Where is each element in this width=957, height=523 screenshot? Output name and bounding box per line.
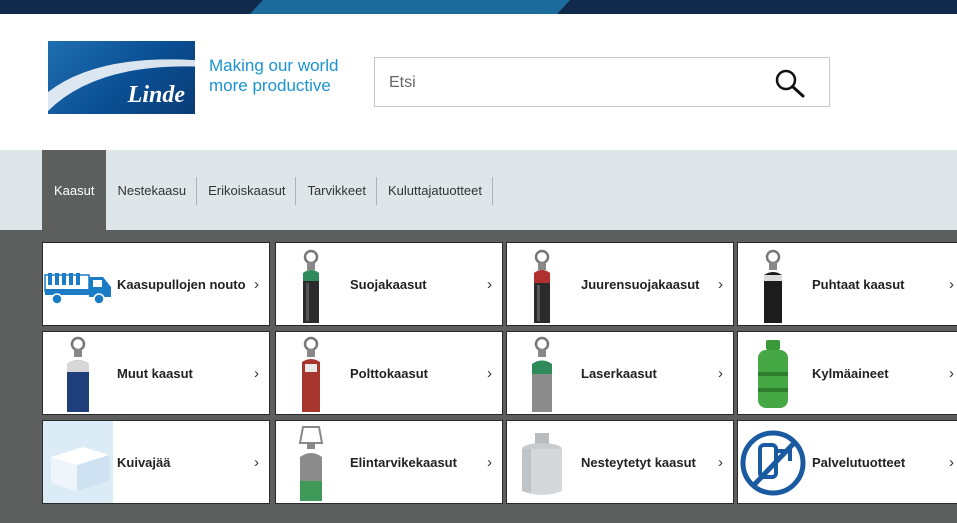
- category-label: Suojakaasut: [350, 276, 427, 292]
- top-bar-stripe: [0, 0, 250, 14]
- truck-with-cylinders-icon: [44, 273, 111, 305]
- linde-logo[interactable]: Linde: [48, 41, 195, 114]
- category-label: Nesteytetyt kaasut: [581, 454, 696, 470]
- category-card-nesteytetyt-kaasut[interactable]: Nesteytetyt kaasut ›: [506, 420, 734, 504]
- category-label: Juurensuojakaasut: [581, 276, 700, 292]
- chevron-right-icon: ›: [949, 276, 954, 293]
- category-label: Puhtaat kaasut: [812, 276, 905, 292]
- tab-label: Erikoiskaasut: [208, 182, 286, 198]
- category-card-kuivajaa[interactable]: Kuivajää ›: [42, 420, 270, 504]
- category-card-juurensuojakaasut[interactable]: Juurensuojakaasut ›: [506, 242, 734, 326]
- category-label: Muut kaasut: [117, 365, 193, 381]
- dry-ice-icon: [43, 421, 113, 503]
- chevron-right-icon: ›: [949, 454, 954, 471]
- gas-cylinder-icon: [532, 336, 552, 412]
- gas-cylinder-icon: [302, 336, 320, 412]
- category-card-polttokaasut[interactable]: Polttokaasut ›: [275, 331, 503, 415]
- top-bar-stripe: [250, 0, 570, 14]
- gas-cylinder-icon: [764, 249, 782, 323]
- tab-nestekaasu[interactable]: Nestekaasu: [106, 150, 197, 230]
- category-label: Kuivajää: [117, 454, 171, 470]
- category-card-suojakaasut[interactable]: Suojakaasut ›: [275, 242, 503, 326]
- category-card-puhtaat-kaasut[interactable]: Puhtaat kaasut ›: [737, 242, 957, 326]
- chevron-right-icon: ›: [949, 365, 954, 382]
- category-label: Palvelutuotteet: [812, 454, 906, 470]
- chevron-right-icon: ›: [718, 276, 723, 293]
- service-no-icon: [740, 430, 806, 496]
- chevron-right-icon: ›: [718, 454, 723, 471]
- chevron-right-icon: ›: [254, 454, 259, 471]
- category-label: Laserkaasut: [581, 365, 657, 381]
- tab-kuluttajatuotteet[interactable]: Kuluttajatuotteet: [377, 150, 493, 230]
- tab-label: Kuluttajatuotteet: [387, 182, 482, 198]
- category-label: Polttokaasut: [350, 365, 429, 381]
- gas-cylinder-icon: [303, 249, 319, 323]
- tab-erikoiskaasut[interactable]: Erikoiskaasut: [197, 150, 297, 230]
- dewar-icon: [522, 433, 562, 495]
- search-box: [374, 57, 830, 107]
- category-card-kaasupullojen-nouto[interactable]: Kaasupullojen nouto ›: [42, 242, 270, 326]
- category-label: Kylmäaineet: [812, 365, 889, 381]
- category-label: Kaasupullojen nouto: [117, 276, 246, 292]
- tagline-line: Making our world: [209, 56, 339, 75]
- gas-cylinder-icon: [67, 336, 89, 412]
- tab-label: Tarvikkeet: [307, 182, 366, 198]
- top-bar-stripe: [570, 0, 957, 14]
- chevron-right-icon: ›: [254, 365, 259, 382]
- chevron-right-icon: ›: [254, 276, 259, 293]
- search-icon[interactable]: [773, 67, 807, 99]
- category-card-muut-kaasut[interactable]: Muut kaasut ›: [42, 331, 270, 415]
- tab-label: Kaasut: [54, 182, 95, 198]
- category-card-kylmaaineet[interactable]: Kylmäaineet ›: [737, 331, 957, 415]
- category-card-elintarvikekaasut[interactable]: Elintarvikekaasut ›: [275, 420, 503, 504]
- gas-cylinder-icon: [298, 426, 324, 501]
- search-input[interactable]: [387, 70, 771, 96]
- tagline: Making our world more productive: [209, 56, 338, 96]
- logo-wordmark: Linde: [127, 82, 185, 108]
- tab-kaasut[interactable]: Kaasut: [42, 150, 107, 230]
- top-bar: [0, 0, 957, 14]
- gas-cylinder-icon: [534, 249, 550, 323]
- category-label: Elintarvikekaasut: [350, 454, 457, 470]
- chevron-right-icon: ›: [718, 365, 723, 382]
- tab-label: Nestekaasu: [117, 182, 187, 198]
- category-tabs: Kaasut Nestekaasu Erikoiskaasut Tarvikke…: [42, 150, 493, 230]
- category-card-palvelutuotteet[interactable]: Palvelutuotteet ›: [737, 420, 957, 504]
- chevron-right-icon: ›: [487, 276, 492, 293]
- tagline-line: more productive: [209, 76, 331, 95]
- tab-tarvikkeet[interactable]: Tarvikkeet: [296, 150, 377, 230]
- refrigerant-bottle-icon: [758, 340, 788, 408]
- chevron-right-icon: ›: [487, 365, 492, 382]
- category-card-laserkaasut[interactable]: Laserkaasut ›: [506, 331, 734, 415]
- chevron-right-icon: ›: [487, 454, 492, 471]
